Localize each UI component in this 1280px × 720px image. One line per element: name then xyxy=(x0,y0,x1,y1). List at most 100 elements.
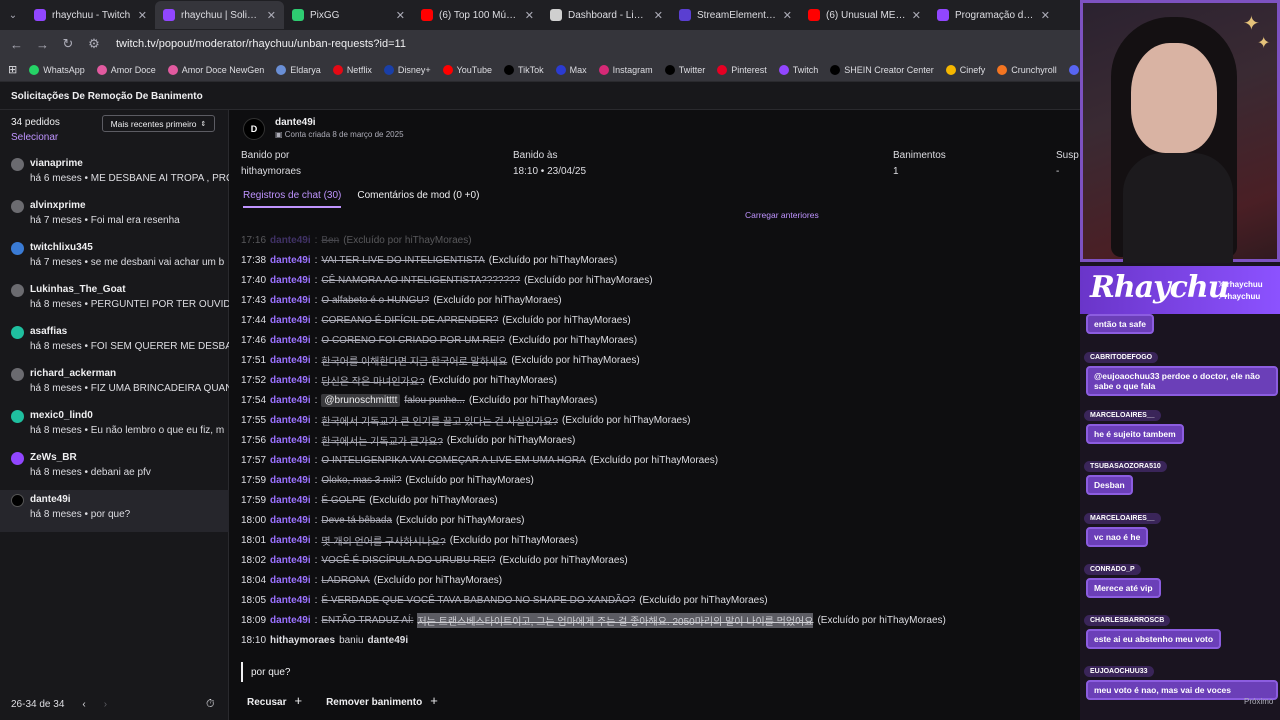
prev-page-icon[interactable]: ‹ xyxy=(82,699,85,710)
message-time: 18:00 xyxy=(241,514,267,526)
bookmark-item[interactable]: Disco xyxy=(1068,64,1080,75)
chat-message: 17:46 dante49i: O CORENO FOI CRIADO POR UM… xyxy=(241,334,638,346)
timer-icon[interactable]: ⏱ xyxy=(206,698,215,711)
message-mention[interactable]: @brunoschmitttt xyxy=(321,393,401,407)
message-user[interactable]: dante49i xyxy=(270,255,311,266)
bookmark-item[interactable]: SHEIN Creator Center xyxy=(830,64,934,75)
list-item[interactable]: asaffias há 8 meses • FOI SEM QUERER ME D… xyxy=(0,322,229,364)
tab-list-chevron-icon[interactable]: ⌄ xyxy=(0,10,26,21)
close-icon[interactable]: ✕ xyxy=(396,9,405,22)
load-previous-button[interactable]: Carregar anteriores xyxy=(745,210,819,220)
detail-username[interactable]: dante49i xyxy=(275,117,316,128)
message-user[interactable]: dante49i xyxy=(270,415,311,426)
ban-target[interactable]: dante49i xyxy=(368,635,409,646)
bookmark-item[interactable]: Netflix xyxy=(332,64,372,75)
list-item[interactable]: Lukinhas_The_Goat há 8 meses • PERGUNTEI … xyxy=(0,280,229,322)
bookmark-item[interactable]: Pinterest xyxy=(717,64,767,75)
close-icon[interactable]: ✕ xyxy=(912,9,921,22)
bookmark-item[interactable]: YouTube xyxy=(442,64,492,75)
unban-button[interactable]: Remover banimento + xyxy=(326,693,438,708)
list-item[interactable]: vianaprime há 6 meses • ME DESBANE AÍ TRO… xyxy=(0,154,229,196)
request-summary: há 8 meses • por que? xyxy=(30,509,131,520)
reload-icon[interactable]: ↻ xyxy=(62,36,74,52)
list-item[interactable]: dante49i há 8 meses • por que? xyxy=(0,490,229,532)
close-icon[interactable]: ✕ xyxy=(138,9,147,22)
tab-mod-comments[interactable]: Comentários de mod (0 +0) xyxy=(357,190,479,208)
avatar xyxy=(11,284,24,297)
message-user[interactable]: dante49i xyxy=(270,315,311,326)
bookmark-item[interactable]: Crunchyroll xyxy=(997,64,1057,75)
message-user[interactable]: dante49i xyxy=(270,515,311,526)
browser-tab[interactable]: rhaychuu - Twitch ✕ xyxy=(26,1,155,29)
message-user[interactable]: dante49i xyxy=(270,535,311,546)
browser-tab[interactable]: rhaychuu | Solicitação ✕ xyxy=(155,1,284,29)
browser-tab[interactable]: Programação de rha ✕ xyxy=(929,1,1058,29)
forward-icon[interactable]: → xyxy=(36,37,49,52)
browser-tab[interactable]: StreamElements - Ac ✕ xyxy=(671,1,800,29)
banned-by-block: Banido por hithaymoraes xyxy=(241,150,301,177)
request-summary: há 8 meses • FOI SEM QUERER ME DESBAN xyxy=(30,341,229,352)
bookmark-item[interactable]: Cinefy xyxy=(945,64,985,75)
close-icon[interactable]: ✕ xyxy=(654,9,663,22)
message-user[interactable]: dante49i xyxy=(270,455,311,466)
message-user[interactable]: dante49i xyxy=(270,295,311,306)
sort-dropdown[interactable]: Mais recentes primeiro ⇕ xyxy=(102,115,215,132)
message-user[interactable]: dante49i xyxy=(270,435,311,446)
message-user[interactable]: dante49i xyxy=(270,495,311,506)
message-user[interactable]: dante49i xyxy=(270,395,311,406)
list-item[interactable]: twitchlixu345 há 7 meses • se me desbani … xyxy=(0,238,229,280)
list-item[interactable]: alvinxprime há 7 meses • Foi mal era rese… xyxy=(0,196,229,238)
bookmark-label: Disney+ xyxy=(397,64,431,75)
ban-mod[interactable]: hithaymoraes xyxy=(270,635,335,646)
back-icon[interactable]: ← xyxy=(10,37,23,52)
bookmark-item[interactable]: Amor Doce NewGen xyxy=(167,64,264,75)
bookmark-item[interactable]: Instagram xyxy=(598,64,653,75)
message-user[interactable]: dante49i xyxy=(270,275,311,286)
bookmark-label: WhatsApp xyxy=(43,64,85,75)
close-icon[interactable]: ✕ xyxy=(525,9,534,22)
message-user[interactable]: dante49i xyxy=(270,235,311,246)
next-page-icon[interactable]: › xyxy=(104,699,107,710)
request-text: debani ae pfv xyxy=(90,467,151,478)
browser-tab[interactable]: Dashboard - LivePix ✕ xyxy=(542,1,671,29)
message-user[interactable]: dante49i xyxy=(270,595,311,606)
bookmark-item[interactable]: Twitter xyxy=(664,64,705,75)
chat-log: 17:16 dante49i: Ben (Excluído por hiThayMor… xyxy=(241,230,1076,650)
bookmark-item[interactable]: Max xyxy=(555,64,587,75)
list-item[interactable]: richard_ackerman há 8 meses • FIZ UMA BRI… xyxy=(0,364,229,406)
message-user[interactable]: dante49i xyxy=(270,575,311,586)
select-link[interactable]: Selecionar xyxy=(11,132,58,143)
chat-message: 17:59 dante49i: Oloko, mas 3 mil? (Excluído… xyxy=(241,474,534,486)
chat-overlay-message: @eujoaochuu33 perdoe o doctor, ele não s… xyxy=(1086,366,1278,396)
bookmark-item[interactable]: Amor Doce xyxy=(96,64,156,75)
message-user[interactable]: dante49i xyxy=(270,475,311,486)
close-icon[interactable]: ✕ xyxy=(267,9,276,22)
site-info-icon[interactable]: ⚙ xyxy=(88,36,100,52)
deleted-note: (Excluído por hiThayMoraes) xyxy=(433,294,562,306)
unban-label: Remover banimento xyxy=(326,697,423,708)
browser-tab[interactable]: PixGG ✕ xyxy=(284,1,413,29)
close-icon[interactable]: ✕ xyxy=(783,9,792,22)
bookmark-item[interactable]: Disney+ xyxy=(383,64,431,75)
message-user[interactable]: dante49i xyxy=(270,615,311,626)
bookmark-icon xyxy=(276,64,287,75)
close-icon[interactable]: ✕ xyxy=(1041,9,1050,22)
bookmark-item[interactable]: Twitch xyxy=(778,64,818,75)
list-item[interactable]: mexic0_lind0 há 8 meses • Eu não lembro o… xyxy=(0,406,229,448)
bookmark-item[interactable]: TikTok xyxy=(503,64,544,75)
message-user[interactable]: dante49i xyxy=(270,375,311,386)
browser-tab[interactable]: (6) Unusual MEMES ✕ xyxy=(800,1,929,29)
tab-chat-logs[interactable]: Registros de chat (30) xyxy=(243,190,342,208)
browser-tab[interactable]: (6) Top 100 Músicas ✕ xyxy=(413,1,542,29)
reply-text[interactable]: por que? xyxy=(241,662,1066,682)
url-field[interactable]: twitch.tv/popout/moderator/rhaychuu/unba… xyxy=(116,38,406,50)
request-username: asaffias xyxy=(30,326,68,337)
message-user[interactable]: dante49i xyxy=(270,355,311,366)
message-user[interactable]: dante49i xyxy=(270,335,311,346)
deny-button[interactable]: Recusar + xyxy=(247,693,302,708)
list-item[interactable]: ZeWs_BR há 8 meses • debani ae pfv xyxy=(0,448,229,490)
apps-grid-icon[interactable]: ⊞ xyxy=(8,63,17,76)
message-user[interactable]: dante49i xyxy=(270,555,311,566)
bookmark-item[interactable]: WhatsApp xyxy=(29,64,85,75)
bookmark-item[interactable]: Eldarya xyxy=(276,64,321,75)
